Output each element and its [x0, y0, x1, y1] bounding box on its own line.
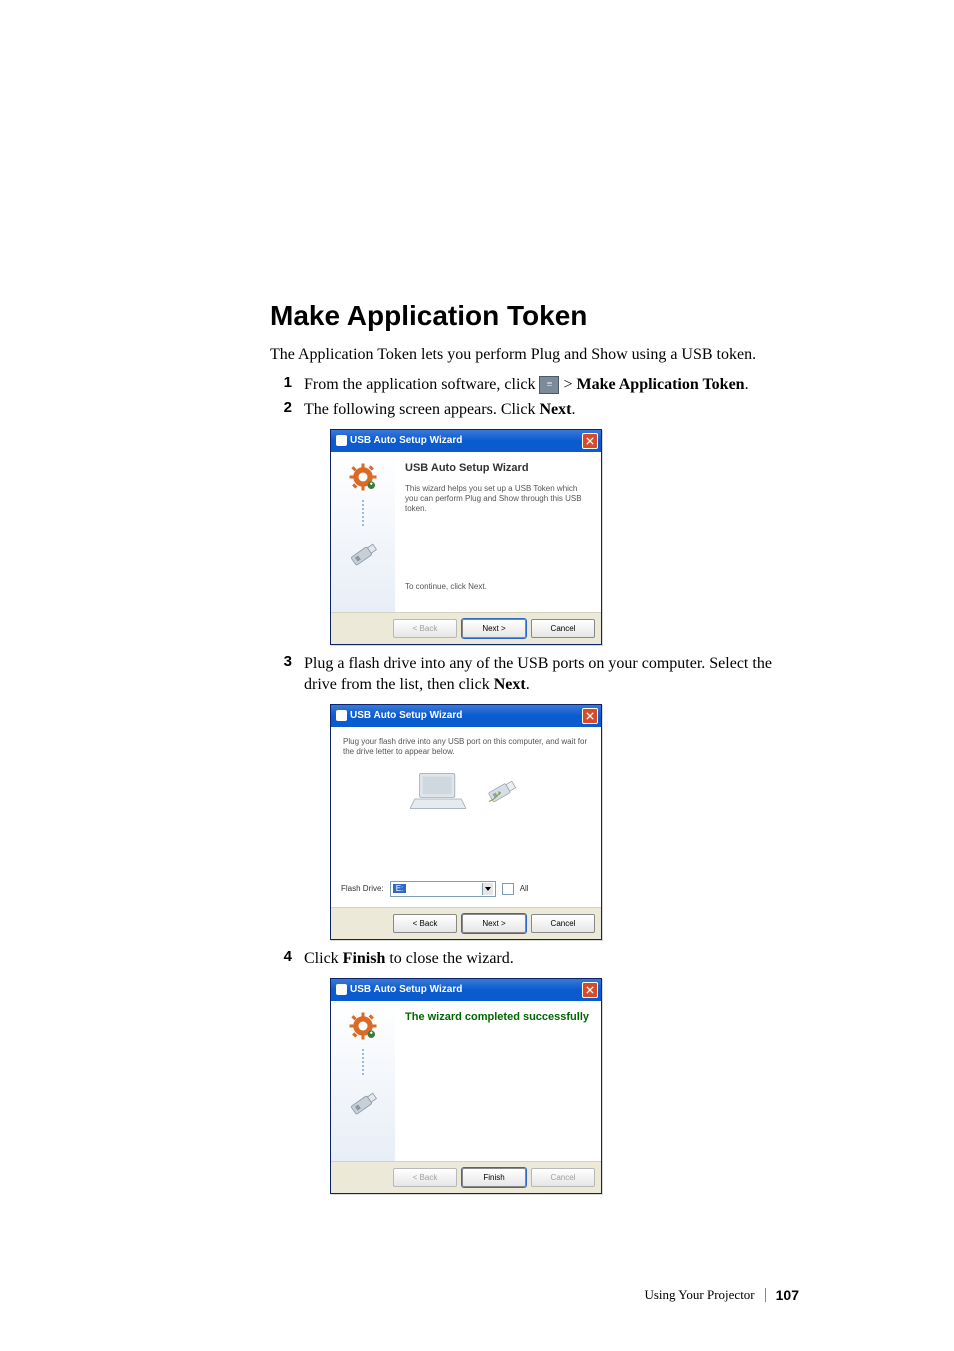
all-label: All: [520, 884, 529, 893]
step-text: From the application software, click: [304, 376, 539, 393]
flash-drive-select[interactable]: E:: [390, 881, 496, 897]
intro-paragraph: The Application Token lets you perform P…: [270, 344, 794, 366]
step-bold: Make Application Token: [577, 376, 745, 393]
page-heading: Make Application Token: [270, 300, 794, 332]
dialog-footer: < Back Finish Cancel: [331, 1161, 601, 1193]
dialog-title-text: USB Auto Setup Wizard: [350, 435, 462, 446]
step-3: 3 Plug a flash drive into any of the USB…: [270, 653, 794, 696]
cancel-button[interactable]: Cancel: [531, 619, 595, 638]
dialog-titlebar[interactable]: USB Auto Setup Wizard: [331, 705, 601, 727]
step-bold: Next: [539, 401, 571, 418]
dialog-title-icon: [336, 710, 347, 721]
dialog-title: USB Auto Setup Wizard: [336, 710, 462, 721]
cancel-button: Cancel: [531, 1168, 595, 1187]
step-body: Plug a flash drive into any of the USB p…: [304, 653, 794, 696]
step-bold: Finish: [343, 950, 386, 967]
step-text: Plug a flash drive into any of the USB p…: [304, 655, 772, 694]
step-suffix: to close the wizard.: [385, 950, 513, 967]
laptop-icon: [410, 770, 466, 812]
step-text-after-icon: >: [563, 376, 576, 393]
close-icon[interactable]: [582, 433, 598, 449]
page-number: 107: [776, 1287, 799, 1303]
dialog-title: USB Auto Setup Wizard: [336, 435, 462, 446]
step-suffix: .: [571, 401, 575, 418]
footer-section: Using Your Projector: [644, 1287, 754, 1303]
step-text: Click: [304, 950, 343, 967]
back-button: < Back: [393, 1168, 457, 1187]
wizard-heading: USB Auto Setup Wizard: [405, 462, 591, 474]
wizard-description: This wizard helps you set up a USB Token…: [405, 484, 591, 514]
step-4: 4 Click Finish to close the wizard.: [270, 948, 794, 970]
flash-drive-label: Flash Drive:: [341, 884, 384, 893]
finish-button[interactable]: Finish: [462, 1168, 526, 1187]
dialog-title: USB Auto Setup Wizard: [336, 984, 462, 995]
step-body: The following screen appears. Click Next…: [304, 399, 794, 421]
dialog-titlebar[interactable]: USB Auto Setup Wizard: [331, 979, 601, 1001]
plug-illustration: [343, 770, 589, 812]
step-1: 1 From the application software, click >…: [270, 374, 794, 396]
step-body: Click Finish to close the wizard.: [304, 948, 794, 970]
usb-plug-icon: [480, 770, 522, 812]
wizard-dialog-select-drive: USB Auto Setup Wizard Plug your flash dr…: [330, 704, 602, 940]
plug-drive-instruction: Plug your flash drive into any USB port …: [343, 737, 589, 756]
wizard-dialog-intro: USB Auto Setup Wizard: [330, 429, 602, 645]
wizard-continue-text: To continue, click Next.: [405, 582, 591, 592]
dialog-footer: < Back Next > Cancel: [331, 612, 601, 644]
chevron-down-icon[interactable]: [482, 883, 493, 895]
dialog-title-text: USB Auto Setup Wizard: [350, 984, 462, 995]
dialog-sidebar-graphic: [331, 1001, 395, 1161]
step-suffix: .: [526, 676, 530, 693]
next-button[interactable]: Next >: [462, 619, 526, 638]
dialog-title-text: USB Auto Setup Wizard: [350, 710, 462, 721]
all-checkbox[interactable]: [502, 883, 514, 895]
back-button[interactable]: < Back: [393, 914, 457, 933]
step-body: From the application software, click > M…: [304, 374, 794, 396]
flash-drive-value: E:: [393, 884, 407, 893]
step-number: 2: [270, 399, 292, 416]
step-number: 1: [270, 374, 292, 391]
usb-stick-icon: [343, 1083, 383, 1123]
gear-icon: [348, 462, 378, 492]
step-suffix: .: [745, 376, 749, 393]
gear-icon: [348, 1011, 378, 1041]
dialog-title-icon: [336, 435, 347, 446]
page-footer: Using Your Projector 107: [644, 1287, 799, 1303]
back-button: < Back: [393, 619, 457, 638]
close-icon[interactable]: [582, 708, 598, 724]
dialog-sidebar-graphic: [331, 452, 395, 612]
wizard-complete-heading: The wizard completed successfully: [405, 1011, 591, 1023]
dialog-titlebar[interactable]: USB Auto Setup Wizard: [331, 430, 601, 452]
step-number: 3: [270, 653, 292, 670]
usb-stick-icon: [343, 534, 383, 574]
next-button[interactable]: Next >: [462, 914, 526, 933]
dialog-title-icon: [336, 984, 347, 995]
step-bold: Next: [494, 676, 526, 693]
step-number: 4: [270, 948, 292, 965]
close-icon[interactable]: [582, 982, 598, 998]
cancel-button[interactable]: Cancel: [531, 914, 595, 933]
step-2: 2 The following screen appears. Click Ne…: [270, 399, 794, 421]
dialog-footer: < Back Next > Cancel: [331, 907, 601, 939]
menu-icon: [539, 376, 559, 394]
wizard-dialog-complete: USB Auto Setup Wizard: [330, 978, 602, 1194]
step-text: The following screen appears. Click: [304, 401, 539, 418]
footer-divider: [765, 1288, 766, 1302]
